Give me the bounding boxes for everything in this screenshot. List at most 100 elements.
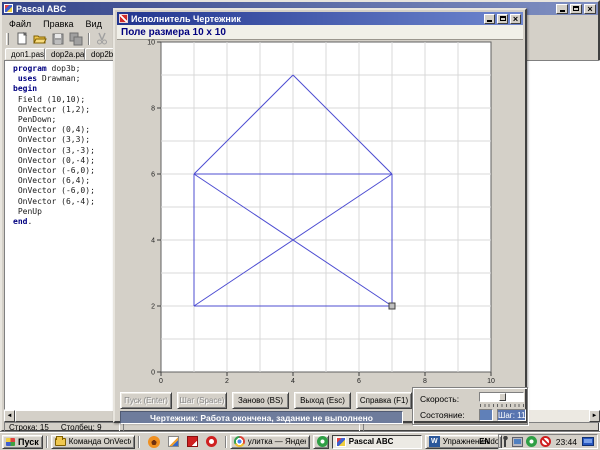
save-all-button (68, 32, 84, 47)
drawman-titlebar[interactable]: Исполнитель Чертежник × (117, 12, 523, 25)
minimize-icon (560, 10, 565, 12)
tab-dop2a.pas[interactable]: dop2a.pas (45, 48, 85, 60)
status-column-label: Столбец: 9 (61, 423, 102, 432)
language-indicator[interactable]: EN (475, 435, 495, 448)
opera-icon[interactable] (206, 436, 217, 447)
sputnik-icon[interactable] (526, 436, 537, 447)
step-counter-badge: Шаг: 11 (497, 409, 526, 421)
slider-tick-marks (480, 404, 524, 407)
minimize-icon (487, 20, 492, 22)
code-line: uses Drawman; (13, 74, 95, 84)
svg-text:8: 8 (423, 378, 427, 385)
field-size-label: Поле размера 10 x 10 (117, 25, 523, 40)
pascal-window-controls: × (556, 4, 596, 14)
save-all-icon (69, 32, 83, 46)
drawman-status-message: Чертежник: Работа окончена, задание не в… (120, 411, 403, 424)
drawman-button-4[interactable]: Выход (Esc) (294, 392, 351, 409)
code-line: begin (13, 84, 95, 94)
maximize-icon (500, 16, 506, 21)
scroll-left-arrow[interactable]: ◄ (4, 410, 15, 422)
tab-доп1.pas[interactable]: доп1.pas (5, 48, 45, 60)
svg-text:4: 4 (291, 378, 295, 385)
svg-text:0: 0 (159, 378, 163, 385)
code-line: OnVector (1,2); (13, 105, 95, 115)
code-line: Field (10,10); (13, 95, 95, 105)
drawman-button-3[interactable]: Заново (BS) (232, 392, 289, 409)
menu-item-3[interactable]: Вид (81, 18, 107, 30)
taskbar: Пуск Команда OnVector улитка — Яндекс: на… (0, 432, 600, 450)
drawman-window-title: Исполнитель Чертежник (131, 13, 241, 25)
taskbar-button-1[interactable]: Команда OnVector (51, 435, 135, 449)
drawman-window: Исполнитель Чертежник × Поле размера 10 … (113, 8, 527, 423)
flame-icon[interactable] (148, 436, 160, 448)
code-line: OnVector (0,-4); (13, 156, 95, 166)
code-line: program dop3b; (13, 64, 95, 74)
open-file-button[interactable] (32, 32, 48, 47)
svg-text:4: 4 (151, 238, 155, 245)
toolbar-separator (88, 33, 90, 45)
drawman-button-row: Пуск (Enter)Шаг (Space)Заново (BS)Выход … (120, 392, 412, 409)
pdf-icon[interactable] (187, 436, 198, 447)
svg-text:10: 10 (147, 40, 155, 47)
notes-icon[interactable] (168, 436, 179, 447)
speed-slider-thumb[interactable] (499, 393, 506, 401)
svg-text:0: 0 (151, 370, 155, 377)
state-indicator (479, 409, 493, 421)
minimize-button[interactable] (484, 14, 495, 24)
drawman-button-5[interactable]: Справка (F1) (356, 392, 412, 409)
taskbar-button-label: Pascal ABC (349, 437, 394, 446)
control-groupbox: Скорость: Состояние: Шаг: 11 (412, 387, 528, 425)
pascal-window-title: Pascal ABC (16, 3, 66, 15)
code-line: OnVector (6,-4); (13, 197, 95, 207)
minimize-button[interactable] (556, 4, 568, 14)
maximize-button[interactable] (497, 14, 508, 24)
quick-launch (143, 436, 222, 448)
menu-item-2[interactable]: Правка (38, 18, 78, 30)
cursor-position-panel: Строка: 15 Столбец: 9 (4, 422, 120, 432)
close-button[interactable]: × (584, 4, 596, 14)
sputnik-icon (317, 436, 328, 447)
cut-icon (95, 32, 109, 46)
menu-item-1[interactable]: Файл (4, 18, 36, 30)
taskbar-button-3[interactable] (313, 435, 329, 449)
clock: 23:44 (554, 437, 579, 447)
display-icon[interactable] (582, 437, 594, 446)
close-button[interactable]: × (510, 14, 521, 24)
code-line: OnVector (3,3); (13, 135, 95, 145)
blocked-icon[interactable] (540, 436, 551, 447)
code-line: OnVector (3,-3); (13, 146, 95, 156)
code-line: PenUp (13, 207, 95, 217)
toolbar-grip (6, 33, 9, 45)
code-line: OnVector (-6,0); (13, 166, 95, 176)
svg-text:10: 10 (487, 378, 495, 385)
key-icon[interactable] (502, 436, 509, 447)
pascal-icon (336, 437, 346, 447)
drawman-button-2: Шаг (Space) (177, 392, 227, 409)
taskbar-button-label: улитка — Яндекс: на... (248, 437, 306, 446)
status-line-label: Строка: 15 (9, 423, 49, 432)
close-icon: × (587, 5, 592, 13)
screen: Pascal ABC × ФайлПравкаВидПрограммы доп1… (0, 0, 600, 450)
save-file-button (50, 32, 66, 47)
start-button-label: Пуск (18, 437, 39, 447)
code-line: PenDown; (13, 115, 95, 125)
restore-button[interactable] (570, 4, 582, 14)
code-line: OnVector (0,4); (13, 125, 95, 135)
close-icon: × (513, 15, 518, 23)
scroll-right-arrow[interactable]: ► (589, 410, 600, 422)
taskbar-button-4[interactable]: Pascal ABC (332, 435, 422, 449)
taskbar-divider (225, 436, 227, 448)
cut-button (94, 32, 110, 47)
system-tray: 23:44 (498, 434, 598, 449)
state-label: Состояние: (420, 410, 465, 420)
drawman-window-controls: × (484, 14, 521, 24)
code-line: OnVector (6,4); (13, 176, 95, 186)
computer-icon[interactable] (512, 437, 523, 447)
drawman-canvas: 02468100246810 (142, 39, 502, 385)
new-file-button[interactable] (14, 32, 30, 47)
taskbar-button-2[interactable]: улитка — Яндекс: на... (230, 435, 310, 449)
start-button[interactable]: Пуск (2, 435, 43, 449)
speed-slider[interactable] (479, 392, 524, 402)
task-buttons: Команда OnVector улитка — Яндекс: на... Pa… (51, 435, 472, 449)
svg-text:6: 6 (151, 172, 155, 179)
